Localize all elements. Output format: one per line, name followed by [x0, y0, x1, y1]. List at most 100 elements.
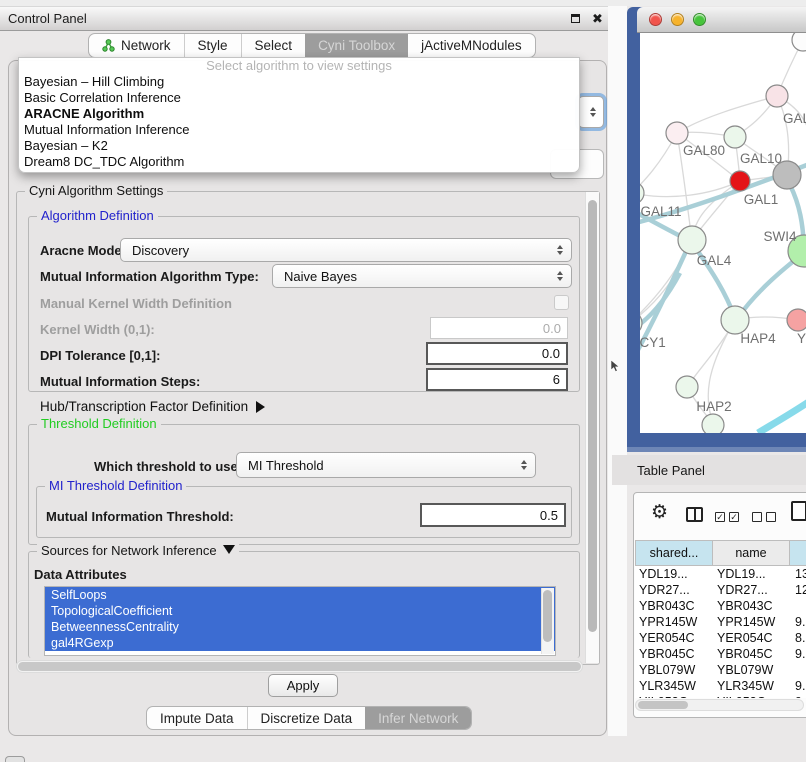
node-label: GAL4 — [697, 253, 732, 268]
close-window-button[interactable] — [649, 13, 662, 26]
select-all-columns-icon[interactable]: ✓ ✓ — [715, 512, 739, 522]
hub-definition-toggle[interactable]: Hub/Transcription Factor Definition — [40, 399, 265, 414]
network-node-gal1[interactable] — [730, 171, 750, 191]
tab-style-label: Style — [198, 38, 228, 53]
network-node-hap4[interactable] — [721, 306, 749, 334]
algorithm-option[interactable]: Dream8 DC_TDC Algorithm — [19, 154, 579, 170]
node-label: GAL10 — [740, 151, 782, 166]
data-attributes-list[interactable]: SelfLoopsTopologicalCoefficientBetweenne… — [44, 586, 556, 656]
network-node-gal[interactable] — [766, 85, 788, 107]
collapsed-panel-icon[interactable] — [5, 756, 25, 762]
network-edge[interactable] — [640, 273, 680, 333]
network-window-titlebar[interactable] — [637, 7, 806, 33]
tab-cyni-toolbox[interactable]: Cyni Toolbox — [305, 34, 408, 57]
gear-icon[interactable]: ⚙ — [651, 503, 668, 522]
minimize-window-button[interactable] — [671, 13, 684, 26]
algorithm-option[interactable]: Bayesian – K2 — [19, 138, 579, 154]
tab-network-label: Network — [121, 38, 171, 53]
network-node-y[interactable] — [787, 309, 806, 331]
table-cell: 9. — [791, 614, 806, 630]
tab-impute-data[interactable]: Impute Data — [147, 707, 247, 729]
tab-infer-network[interactable]: Infer Network — [365, 707, 471, 729]
data-attribute-item[interactable]: gal4RGexp — [45, 635, 555, 651]
node-label: HAP2 — [696, 399, 731, 414]
close-panel-icon[interactable]: ✖ — [591, 12, 604, 25]
network-node[interactable] — [702, 414, 724, 433]
which-threshold-combo[interactable]: MI Threshold — [236, 452, 536, 478]
aracne-mode-combo[interactable]: Discovery — [120, 238, 572, 262]
network-canvas[interactable]: GALGAL80GAL10GAL1GAL11SWI4GAL4GCY1HAP4YH… — [640, 33, 806, 433]
tab-jactivemnodules[interactable]: jActiveMNodules — [408, 34, 535, 57]
network-node-gal10[interactable] — [724, 126, 746, 148]
tab-select[interactable]: Select — [241, 34, 306, 57]
dpi-tolerance-field[interactable]: 0.0 — [426, 342, 568, 365]
table-row[interactable]: YER054CYER054C8. — [635, 630, 806, 646]
attributes-scrollbar-thumb[interactable] — [543, 590, 552, 642]
float-panel-icon[interactable] — [569, 12, 582, 25]
mouse-cursor — [611, 360, 621, 378]
table-cell: 9. — [791, 694, 806, 698]
node-table[interactable]: shared...nameA YDL19...YDL19...13YDR27..… — [635, 540, 806, 698]
mi-type-label: Mutual Information Algorithm Type: — [40, 269, 259, 284]
columns-icon[interactable] — [686, 507, 703, 522]
table-row[interactable]: YBL079WYBL079W — [635, 662, 806, 678]
algorithm-option[interactable]: Basic Correlation Inference — [19, 90, 579, 106]
zoom-window-button[interactable] — [693, 13, 706, 26]
mi-threshold-group-title: MI Threshold Definition — [45, 478, 186, 493]
data-attribute-item[interactable]: SelfLoops — [45, 587, 555, 603]
table-horizontal-scrollbar[interactable] — [635, 699, 804, 711]
manual-kernel-checkbox[interactable] — [554, 295, 569, 310]
table-row[interactable]: YBR045CYBR045C9. — [635, 646, 806, 662]
attributes-scrollbar[interactable] — [541, 588, 554, 654]
mi-threshold-field[interactable]: 0.5 — [420, 503, 566, 527]
mi-type-value: Naive Bayes — [284, 269, 357, 284]
network-edge[interactable] — [758, 401, 806, 433]
checked-box-icon: ✓ — [715, 512, 725, 522]
table-row[interactable]: YDR27...YDR27...12 — [635, 582, 806, 598]
kernel-width-label: Kernel Width (0,1): — [40, 322, 155, 337]
network-node-gal4[interactable] — [678, 226, 706, 254]
network-node[interactable] — [773, 161, 801, 189]
settings-horizontal-scrollbar[interactable] — [16, 660, 583, 673]
inference-algorithm-combo-stub[interactable] — [578, 96, 604, 128]
algorithm-option[interactable]: ARACNE Algorithm — [19, 106, 579, 122]
column-header[interactable]: shared... — [635, 541, 713, 565]
unchecked-box-icon — [766, 512, 776, 522]
data-attribute-item[interactable]: TopologicalCoefficient — [45, 603, 555, 619]
settings-hscroll-thumb[interactable] — [18, 662, 581, 671]
network-frame-highlight — [627, 447, 806, 452]
table-row[interactable]: YLR345WYLR345W9. — [635, 678, 806, 694]
network-node-gal11[interactable] — [640, 182, 644, 204]
tab-style[interactable]: Style — [184, 34, 241, 57]
algorithm-option[interactable]: Bayesian – Hill Climbing — [19, 74, 579, 90]
mi-steps-field[interactable]: 6 — [426, 368, 568, 391]
tab-discretize-data[interactable]: Discretize Data — [247, 707, 366, 729]
algorithm-option[interactable]: Mutual Information Inference — [19, 122, 579, 138]
table-row[interactable]: YBR043CYBR043C — [635, 598, 806, 614]
column-header[interactable]: name — [712, 541, 790, 565]
mi-type-combo[interactable]: Naive Bayes — [272, 264, 572, 288]
network-node-gal80[interactable] — [666, 122, 688, 144]
table-panel-titlebar: Table Panel — [612, 455, 806, 485]
unselect-all-columns-icon[interactable] — [752, 512, 776, 522]
export-table-icon[interactable] — [791, 501, 806, 521]
table-row[interactable]: YIL052CYIL052C9. — [635, 694, 806, 698]
kernel-width-field[interactable]: 0.0 — [430, 317, 568, 339]
apply-button[interactable]: Apply — [268, 674, 338, 697]
algorithm-popup: Select algorithm to view settings Bayesi… — [18, 57, 580, 173]
column-header[interactable]: A — [789, 541, 806, 565]
table-hscroll-thumb[interactable] — [638, 701, 688, 709]
network-node-hap2[interactable] — [676, 376, 698, 398]
table-cell: YIL052C — [713, 694, 791, 698]
table-cell: YBR043C — [713, 598, 791, 614]
network-node[interactable] — [792, 33, 806, 51]
table-row[interactable]: YDL19...YDL19...13 — [635, 566, 806, 582]
tab-network[interactable]: Network — [89, 34, 184, 57]
unchecked-box-icon — [752, 512, 762, 522]
table-row[interactable]: YPR145WYPR145W9. — [635, 614, 806, 630]
sources-group-title[interactable]: Sources for Network Inference — [37, 543, 239, 558]
aracne-mode-label: Aracne Mode: — [40, 243, 126, 258]
data-attribute-item[interactable]: BetweennessCentrality — [45, 619, 555, 635]
settings-vscroll-thumb[interactable] — [588, 200, 597, 632]
settings-vertical-scrollbar[interactable] — [585, 192, 599, 663]
